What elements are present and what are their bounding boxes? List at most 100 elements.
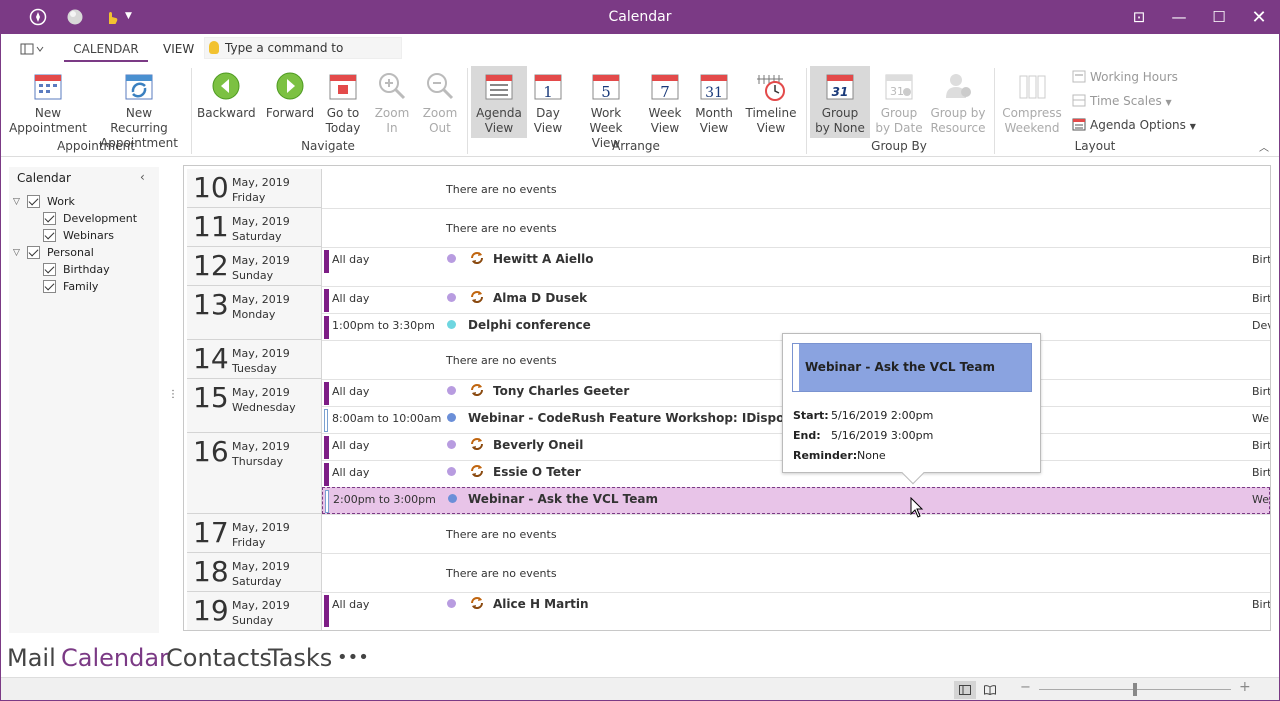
nav-calendar[interactable]: Calendar [61, 644, 169, 672]
row-divider [322, 553, 1270, 554]
new-recurring-appointment-button[interactable]: New Recurring Appointment [97, 66, 181, 150]
group-by-date-icon: 31 [885, 74, 913, 100]
nav-mail[interactable]: Mail [7, 644, 56, 672]
timeline-view-button[interactable]: Timeline View [741, 66, 801, 138]
nav-more-button[interactable]: ••• [337, 647, 369, 668]
svg-text:5: 5 [601, 83, 611, 101]
checkbox-personal[interactable] [27, 246, 40, 259]
new-appointment-button[interactable]: New Appointment [9, 66, 87, 138]
category-dot-icon [447, 386, 456, 395]
agenda-view-button[interactable]: Agenda View [471, 66, 527, 138]
compress-weekend-button[interactable]: Compress Weekend [1000, 66, 1064, 138]
backstage-menu-icon[interactable] [20, 43, 46, 55]
zoom-out-button[interactable]: Zoom Out [417, 66, 463, 138]
forward-button[interactable]: Forward [261, 66, 319, 138]
agenda-view-icon [485, 74, 513, 100]
agenda-options-dropdown[interactable]: Agenda Options ▼ [1072, 117, 1196, 135]
category-dot-icon [447, 254, 456, 263]
zoom-in-icon[interactable]: + [1239, 679, 1251, 695]
pin-window-icon[interactable]: ⊡ [1119, 1, 1159, 34]
normal-view-icon[interactable] [954, 681, 976, 699]
title-bar: ▼ Calendar ⊡ — ☐ ✕ [1, 1, 1279, 34]
tree-item-birthday[interactable]: Birthday [43, 263, 110, 277]
tree-item-work[interactable]: Work [27, 195, 75, 209]
date-header[interactable]: 17 May, 2019 Friday [187, 514, 322, 553]
zoom-out-icon[interactable]: − [1020, 680, 1031, 695]
calendar-sidebar: Calendar ‹ ▽ Work Development Webinars ▽… [9, 167, 159, 633]
go-to-today-button[interactable]: Go to Today [319, 66, 367, 138]
sidebar-title: Calendar [17, 171, 71, 185]
month-view-button[interactable]: 31 Month View [691, 66, 737, 138]
tree-item-development[interactable]: Development [43, 212, 137, 226]
event-row[interactable]: All dayAlma D DusekBirthday [322, 286, 1270, 313]
date-header[interactable]: 16 May, 2019 Thursday [187, 433, 322, 514]
event-row-selected[interactable]: 2:00pm to 3:00pm Webinar - Ask the VCL Te… [322, 487, 1270, 514]
svg-text:1: 1 [543, 83, 553, 101]
collapse-ribbon-icon[interactable]: ︿ [1259, 139, 1269, 154]
checkbox-webinars[interactable] [43, 229, 56, 242]
date-header[interactable]: 12 May, 2019 Sunday [187, 247, 322, 286]
tab-calendar[interactable]: CALENDAR [64, 42, 148, 63]
today-calendar-icon [329, 74, 357, 100]
checkbox-work[interactable] [27, 195, 40, 208]
tree-item-personal[interactable]: Personal [27, 246, 94, 260]
tooltip-reminder: Reminder:None [793, 449, 886, 462]
zoom-slider-thumb[interactable] [1133, 683, 1137, 696]
tooltip-start: Start: 5/16/2019 2:00pm [793, 409, 934, 422]
command-search-input[interactable]: Type a command to execute... [204, 37, 402, 75]
tree-expand-icon[interactable]: ▽ [13, 248, 20, 258]
close-button[interactable]: ✕ [1239, 1, 1279, 34]
group-label-group-by: Group By [871, 139, 927, 153]
date-header[interactable]: 10 May, 2019 Friday [187, 169, 322, 208]
date-header[interactable]: 14 May, 2019 Tuesday [187, 340, 322, 379]
window-title: Calendar [608, 9, 672, 25]
ribbon: New Appointment New Recurring Appointment … [1, 62, 1279, 157]
tab-view[interactable]: VIEW [163, 42, 194, 56]
category-dot-icon [447, 599, 456, 608]
date-header[interactable]: 13 May, 2019 Monday [187, 286, 322, 340]
arrow-right-icon [276, 72, 304, 100]
date-header[interactable]: 19 May, 2019 Sunday [187, 592, 322, 630]
tree-item-family[interactable]: Family [43, 280, 98, 294]
date-header[interactable]: 18 May, 2019 Saturday [187, 553, 322, 592]
reading-view-icon[interactable] [984, 685, 996, 695]
date-header[interactable]: 11 May, 2019 Saturday [187, 208, 322, 247]
group-by-date-button[interactable]: 31 Group by Date [873, 66, 925, 138]
checkbox-birthday[interactable] [43, 263, 56, 276]
arrow-left-icon [212, 72, 240, 100]
backward-button[interactable]: Backward [197, 66, 256, 138]
date-header[interactable]: 15 May, 2019 Wednesday [187, 379, 322, 433]
checkbox-family[interactable] [43, 280, 56, 293]
chevron-down-icon: ▼ [1165, 98, 1172, 107]
group-label-arrange: Arrange [612, 139, 660, 153]
nav-tasks[interactable]: Tasks [268, 644, 332, 672]
minimize-button[interactable]: — [1159, 1, 1199, 34]
day-view-button[interactable]: 1 Day View [529, 66, 567, 138]
time-scales-dropdown[interactable]: Time Scales ▼ [1072, 93, 1172, 111]
navigation-bar: Mail Calendar Contacts Tasks ••• [1, 641, 1279, 677]
week-view-icon: 7 [651, 74, 679, 101]
zoom-out-icon [427, 73, 454, 100]
tree-expand-icon[interactable]: ▽ [13, 197, 20, 207]
checkbox-development[interactable] [43, 212, 56, 225]
group-by-resource-button[interactable]: Group by Resource [928, 66, 988, 138]
working-hours-button[interactable]: Working Hours [1072, 69, 1178, 85]
maximize-button[interactable]: ☐ [1199, 1, 1239, 34]
tree-item-webinars[interactable]: Webinars [43, 229, 114, 243]
group-by-none-button[interactable]: 31 Group by None [810, 66, 870, 138]
ribbon-separator [191, 68, 192, 154]
event-row[interactable]: All dayHewitt A AielloBirthday [322, 247, 1270, 274]
recurrence-icon [471, 597, 483, 609]
collapse-pane-icon[interactable]: ‹ [140, 170, 145, 184]
splitter-handle-icon[interactable]: ⋮ [168, 389, 178, 400]
tooltip-end: End: 5/16/2019 3:00pm [793, 429, 934, 442]
nav-contacts[interactable]: Contacts [166, 644, 272, 672]
ribbon-separator [467, 68, 468, 154]
work-week-view-button[interactable]: 5 Work Week View [575, 66, 637, 150]
event-row[interactable]: All dayAlice H MartinBirthday [322, 592, 1270, 628]
agenda-view: 10 May, 2019 Friday There are no events 11… [183, 165, 1271, 631]
zoom-in-button[interactable]: Zoom In [369, 66, 415, 138]
week-view-button[interactable]: 7 Week View [643, 66, 687, 138]
group-by-resource-icon [946, 74, 971, 98]
group-by-none-icon: 31 [826, 74, 854, 100]
